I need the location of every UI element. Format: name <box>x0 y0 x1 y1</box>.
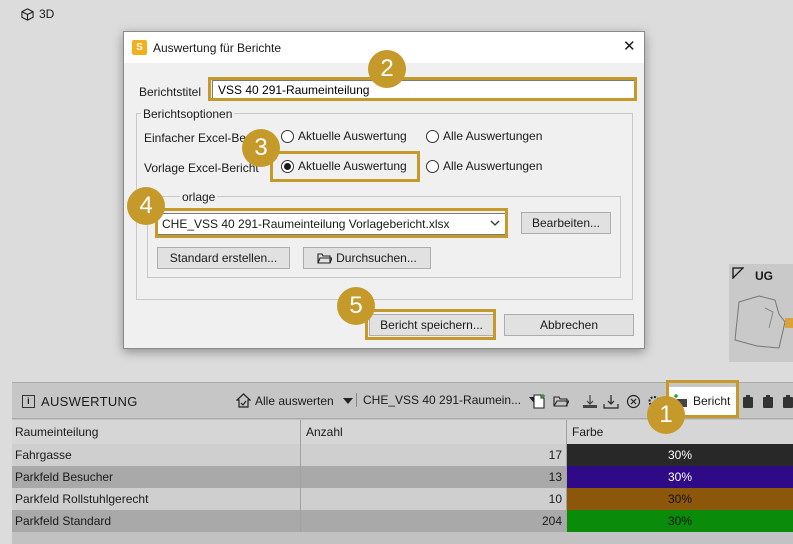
row-name: Fahrgasse <box>15 448 72 462</box>
panel-title: i AUSWERTUNG <box>22 394 138 409</box>
folder-icon <box>317 253 333 264</box>
row-count: 13 <box>300 466 566 488</box>
dialog-title: Auswertung für Berichte <box>153 41 282 55</box>
floor-plan-shape <box>734 295 793 349</box>
column-header-room-division[interactable]: Raumeinteilung <box>12 420 300 444</box>
edit-template-button[interactable]: Bearbeiten... <box>521 212 611 234</box>
new-file-icon[interactable] <box>531 393 547 409</box>
radio-label: Aktuelle Auswertung <box>298 159 407 173</box>
close-icon[interactable]: ✕ <box>623 39 636 54</box>
table-row[interactable]: Parkfeld Besucher 13 30% <box>12 466 793 488</box>
info-icon: i <box>22 395 35 408</box>
row-name: Parkfeld Rollstuhlgerecht <box>15 492 149 506</box>
row-name: Parkfeld Besucher <box>15 470 114 484</box>
row-color: 30% <box>566 466 793 488</box>
save-report-label: Bericht speichern... <box>380 318 483 332</box>
radio-circle <box>426 129 439 143</box>
callout-badge-1: 1 <box>647 396 685 434</box>
cube-icon <box>21 7 34 21</box>
radio-label: Alle Auswertungen <box>443 129 543 143</box>
clipboard-icon[interactable] <box>740 393 756 409</box>
cancel-circle-icon[interactable] <box>625 393 641 409</box>
radio-circle-checked <box>281 159 294 173</box>
download-icon[interactable] <box>603 393 619 409</box>
callout-badge-3: 3 <box>242 129 280 167</box>
view-3d-label[interactable]: 3D <box>21 7 54 21</box>
evaluate-all-label: Alle auswerten <box>255 393 334 408</box>
report-button-label: Bericht <box>693 394 731 408</box>
evaluate-all-dropdown[interactable]: Alle auswerten <box>236 393 353 408</box>
row-color: 30% <box>566 488 793 510</box>
template-group-title: orlage <box>180 190 218 204</box>
template-file-select[interactable]: CHE_VSS 40 291-Raumeinteilung Vorlageber… <box>157 213 506 235</box>
panel-title-text: AUSWERTUNG <box>41 394 138 409</box>
table-row[interactable]: Parkfeld Rollstuhlgerecht 10 30% <box>12 488 793 510</box>
create-default-button[interactable]: Standard erstellen... <box>157 247 290 269</box>
callout-badge-5: 5 <box>337 287 375 325</box>
template-all-radio[interactable]: Alle Auswertungen <box>426 159 542 173</box>
radio-circle <box>281 129 294 143</box>
cancel-label: Abbrechen <box>539 318 599 332</box>
edit-template-label: Bearbeiten... <box>531 216 601 230</box>
report-title-label: Berichtstitel <box>139 85 202 99</box>
browse-button[interactable]: Durchsuchen... <box>303 247 431 269</box>
radio-label: Aktuelle Auswertung <box>298 129 407 143</box>
evaluation-select[interactable]: CHE_VSS 40 291-Raumein... <box>356 393 540 407</box>
simple-all-radio[interactable]: Alle Auswertungen <box>426 129 542 143</box>
row-count: 10 <box>300 488 566 510</box>
template-excel-label: Vorlage Excel-Bericht <box>144 161 259 175</box>
simple-current-radio[interactable]: Aktuelle Auswertung <box>281 129 407 143</box>
report-title-input[interactable] <box>212 80 636 100</box>
column-header-count[interactable]: Anzahl <box>300 420 566 444</box>
row-color: 30% <box>566 510 793 532</box>
row-name: Parkfeld Standard <box>15 514 112 528</box>
view-3d-text: 3D <box>39 7 55 21</box>
template-current-radio[interactable]: Aktuelle Auswertung <box>281 159 407 173</box>
floor-plan-thumbnail[interactable]: UG <box>729 264 793 362</box>
report-options-title: Berichtsoptionen <box>141 107 235 121</box>
template-file-value: CHE_VSS 40 291-Raumeinteilung Vorlageber… <box>162 217 450 231</box>
open-folder-icon[interactable] <box>553 393 569 409</box>
row-color: 30% <box>566 444 793 466</box>
radio-circle <box>426 159 439 173</box>
export-icon[interactable] <box>582 393 598 409</box>
table-row[interactable]: Fahrgasse 17 30% <box>12 444 793 466</box>
radio-label: Alle Auswertungen <box>443 159 543 173</box>
corner-marker-icon <box>732 267 744 279</box>
browse-label: Durchsuchen... <box>336 251 417 265</box>
table-row[interactable]: Parkfeld Standard 204 30% <box>12 510 793 532</box>
cancel-button[interactable]: Abbrechen <box>504 314 634 336</box>
row-count: 17 <box>300 444 566 466</box>
evaluation-name: CHE_VSS 40 291-Raumein... <box>363 393 522 407</box>
save-report-button[interactable]: Bericht speichern... <box>369 314 494 336</box>
callout-badge-2: 2 <box>368 50 406 88</box>
chevron-down-icon <box>490 220 500 226</box>
create-default-label: Standard erstellen... <box>169 251 278 265</box>
callout-badge-4: 4 <box>127 187 165 225</box>
clipboard-2-icon[interactable] <box>760 393 776 409</box>
evaluate-icon <box>236 393 251 408</box>
app-logo-icon: S <box>132 40 147 55</box>
chevron-down-icon <box>342 397 353 404</box>
row-count: 204 <box>300 510 566 532</box>
clipboard-3-icon[interactable] <box>780 393 793 409</box>
plan-level-label: UG <box>755 269 773 283</box>
